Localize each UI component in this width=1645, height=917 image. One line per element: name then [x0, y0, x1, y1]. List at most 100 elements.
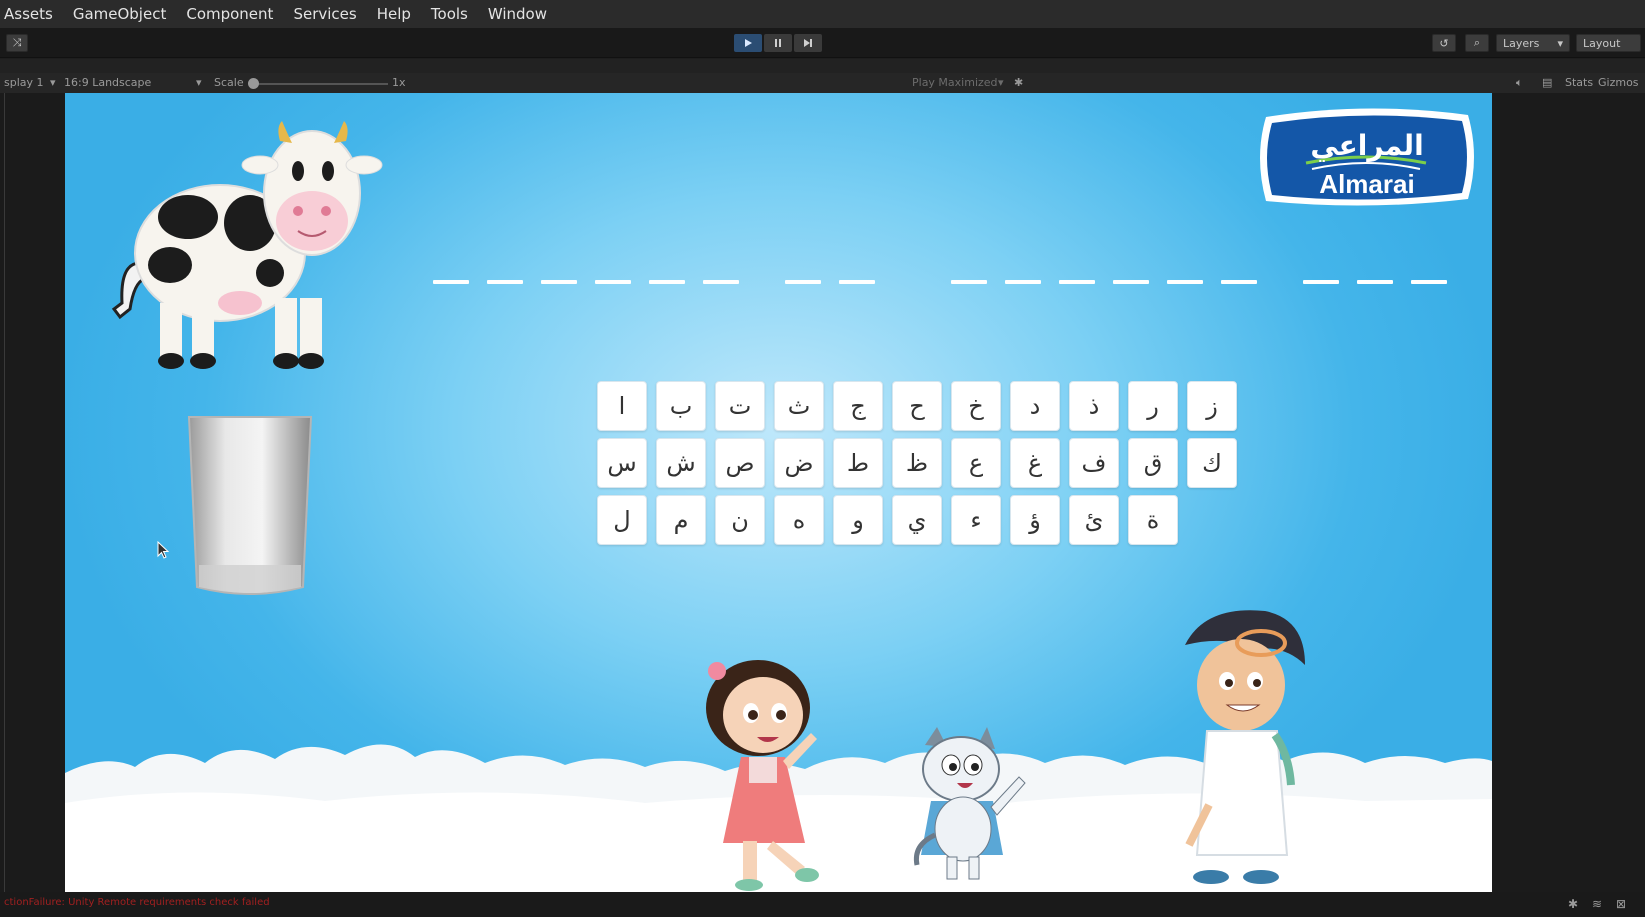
girl-character[interactable]: [693, 653, 863, 892]
mouse-cursor-icon: [157, 541, 169, 559]
left-gutter: [0, 93, 65, 892]
aspect-dropdown[interactable]: 16:9 Landscape: [64, 76, 151, 89]
display-dropdown[interactable]: splay 1: [4, 76, 44, 89]
letter-tile[interactable]: ح: [892, 381, 942, 431]
layers-label: Layers: [1503, 36, 1540, 50]
scale-label: Scale: [214, 76, 244, 89]
menu-assets[interactable]: Assets: [0, 0, 63, 28]
letter-tile[interactable]: ض: [774, 438, 824, 488]
console-error-message[interactable]: ctionFailure: Unity Remote requirements …: [4, 897, 270, 908]
letter-tile[interactable]: غ: [1010, 438, 1060, 488]
chevron-down-icon: ▾: [50, 76, 56, 89]
letter-tile[interactable]: ء: [951, 495, 1001, 545]
letter-tile[interactable]: ت: [715, 381, 765, 431]
letter-tile[interactable]: ث: [774, 381, 824, 431]
letter-blank: [1411, 280, 1447, 284]
scale-value: 1x: [392, 76, 406, 89]
playmode-controls: [734, 34, 822, 52]
play-icon: [745, 39, 752, 47]
scale-slider-handle[interactable]: [248, 78, 259, 89]
tools-icon: ⤨: [12, 36, 22, 49]
bug-icon[interactable]: ✱: [1014, 76, 1023, 89]
letter-blank: [1113, 280, 1149, 284]
letter-tile[interactable]: ب: [656, 381, 706, 431]
menu-tools[interactable]: Tools: [421, 0, 478, 28]
letter-blank: [649, 280, 685, 284]
mute-audio-icon[interactable]: 🔈︎: [1516, 76, 1523, 90]
cow-illustration[interactable]: [100, 113, 400, 373]
letter-tile[interactable]: ئ: [1069, 495, 1119, 545]
play-button[interactable]: [734, 34, 762, 52]
network-icon[interactable]: ✱: [1566, 897, 1580, 911]
menu-help[interactable]: Help: [367, 0, 421, 28]
history-button[interactable]: ↺: [1432, 34, 1456, 52]
logo-english-text: Almarai: [1319, 169, 1415, 199]
boy-character[interactable]: [1165, 605, 1325, 892]
letter-tile[interactable]: ذ: [1069, 381, 1119, 431]
menu-bar: Assets GameObject Component Services Hel…: [0, 0, 1645, 28]
stats-button[interactable]: Stats: [1565, 76, 1593, 89]
letter-keyboard: ابتثجحخدذرز سشصضطظعغفقك لمنهويءؤئة: [597, 381, 1237, 551]
letter-tile[interactable]: ؤ: [1010, 495, 1060, 545]
letter-tile[interactable]: ع: [951, 438, 1001, 488]
menu-gameobject[interactable]: GameObject: [63, 0, 177, 28]
search-button[interactable]: ⌕: [1465, 34, 1489, 52]
letter-tile[interactable]: ي: [892, 495, 942, 545]
letter-tile[interactable]: ر: [1128, 381, 1178, 431]
letter-tile[interactable]: و: [833, 495, 883, 545]
chevron-down-icon: ▾: [998, 76, 1004, 89]
search-icon: ⌕: [1473, 36, 1481, 49]
letter-tile[interactable]: ص: [715, 438, 765, 488]
letter-tile[interactable]: ش: [656, 438, 706, 488]
pause-button[interactable]: [764, 34, 792, 52]
letter-tile[interactable]: خ: [951, 381, 1001, 431]
game-view-toolbar: splay 1 ▾ 16:9 Landscape ▾ Scale 1x Play…: [0, 73, 1645, 93]
letter-blank: [1303, 280, 1339, 284]
letter-tile[interactable]: ل: [597, 495, 647, 545]
debug-icon[interactable]: ⊠: [1614, 897, 1628, 911]
menu-services[interactable]: Services: [283, 0, 366, 28]
letter-blank: [1167, 280, 1203, 284]
layers-dropdown[interactable]: Layers ▾: [1496, 34, 1570, 52]
letter-tile[interactable]: س: [597, 438, 647, 488]
letter-blank: [785, 280, 821, 284]
layers-status-icon[interactable]: ≋: [1590, 897, 1604, 911]
letter-tile[interactable]: ك: [1187, 438, 1237, 488]
cat-character[interactable]: [907, 725, 1037, 885]
letter-tile[interactable]: ج: [833, 381, 883, 431]
tools-button[interactable]: ⤨: [6, 34, 28, 52]
letter-tile[interactable]: ه: [774, 495, 824, 545]
game-canvas[interactable]: المراعي Almarai ابتثجحخدذرز سشصضطظعغفقك لم…: [65, 93, 1492, 892]
panel-divider: [4, 93, 5, 892]
letter-blank: [703, 280, 739, 284]
layout-label: Layout: [1583, 36, 1621, 50]
letter-blank: [951, 280, 987, 284]
letter-tile[interactable]: ق: [1128, 438, 1178, 488]
layout-dropdown[interactable]: Layout: [1576, 34, 1641, 52]
gizmos-button[interactable]: Gizmos: [1598, 76, 1639, 89]
letter-blank: [839, 280, 875, 284]
letter-tile[interactable]: ز: [1187, 381, 1237, 431]
glass-illustration[interactable]: [185, 415, 315, 600]
menu-component[interactable]: Component: [176, 0, 283, 28]
letter-blank: [595, 280, 631, 284]
letter-tile[interactable]: د: [1010, 381, 1060, 431]
step-button[interactable]: [794, 34, 822, 52]
main-toolbar: ⤨ ↺ ⌕ Layers ▾ Layout: [0, 28, 1645, 58]
play-maximized-dropdown[interactable]: Play Maximized: [912, 76, 998, 89]
letter-tile[interactable]: ظ: [892, 438, 942, 488]
letter-blank: [541, 280, 577, 284]
letter-tile[interactable]: م: [656, 495, 706, 545]
letter-tile[interactable]: ط: [833, 438, 883, 488]
step-icon: [804, 39, 812, 47]
scale-slider-track[interactable]: [250, 83, 388, 85]
letter-blank: [1357, 280, 1393, 284]
letter-tile[interactable]: ف: [1069, 438, 1119, 488]
stats-icon: ▤: [1542, 76, 1553, 89]
right-gutter: [1492, 93, 1645, 892]
letter-blank: [1059, 280, 1095, 284]
letter-tile[interactable]: ن: [715, 495, 765, 545]
letter-tile[interactable]: ا: [597, 381, 647, 431]
menu-window[interactable]: Window: [478, 0, 557, 28]
letter-tile[interactable]: ة: [1128, 495, 1178, 545]
